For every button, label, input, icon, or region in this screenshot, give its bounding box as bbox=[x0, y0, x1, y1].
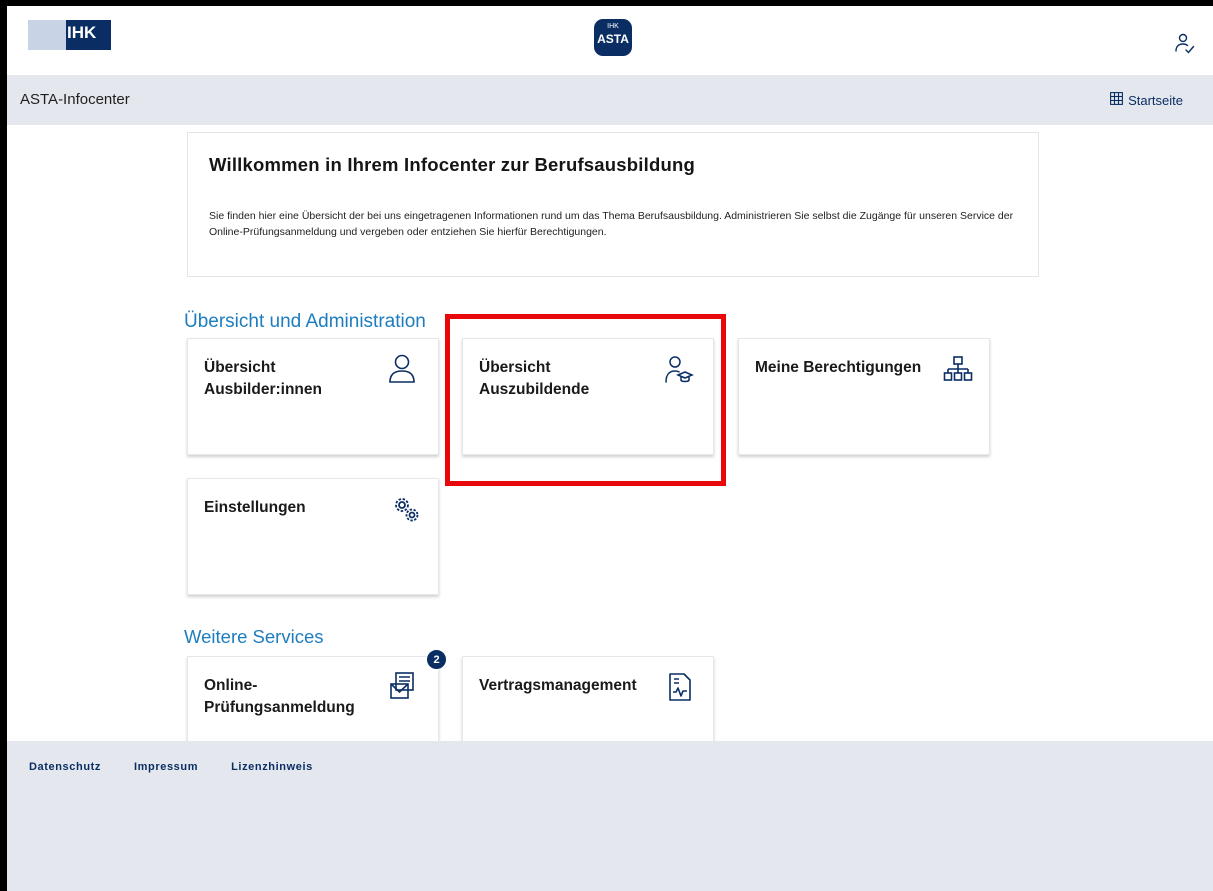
footer-link-impressum[interactable]: Impressum bbox=[134, 761, 198, 773]
hierarchy-icon bbox=[943, 355, 973, 385]
tile-auszubildende-label-line2: Auszubildende bbox=[479, 381, 590, 398]
welcome-title: Willkommen in Ihrem Infocenter zur Beruf… bbox=[209, 154, 695, 175]
welcome-text: Sie finden hier eine Übersicht der bei u… bbox=[209, 210, 1014, 238]
tile-pruefungsanmeldung-label-line1: Online- bbox=[204, 677, 258, 694]
page: IHK IHK ASTA ASTA-Infocenter Startseite … bbox=[7, 6, 1213, 891]
user-icon bbox=[387, 353, 417, 383]
section-title-services: Weitere Services bbox=[184, 626, 324, 647]
footer-link-datenschutz[interactable]: Datenschutz bbox=[29, 761, 101, 773]
ihk-logo[interactable]: IHK bbox=[28, 20, 111, 50]
top-bar: IHK IHK ASTA bbox=[7, 6, 1213, 75]
notification-badge: 2 bbox=[426, 649, 447, 670]
sub-navigation-bar: ASTA-Infocenter Startseite bbox=[7, 75, 1213, 125]
gears-icon bbox=[392, 495, 422, 525]
tile-einstellungen-label: Einstellungen bbox=[204, 499, 306, 516]
tile-ausbilder[interactable]: Übersicht Ausbilder:innen bbox=[187, 338, 439, 455]
contract-icon bbox=[665, 672, 695, 702]
asta-logo-small-text: IHK bbox=[607, 23, 619, 30]
tile-ausbilder-label-line2: Ausbilder:innen bbox=[204, 381, 322, 398]
tile-ausbilder-label: Übersicht Ausbilder:innen bbox=[204, 357, 322, 401]
tile-vertragsmanagement-label: Vertragsmanagement bbox=[479, 677, 637, 694]
footer-link-lizenzhinweis[interactable]: Lizenzhinweis bbox=[231, 761, 313, 773]
section-title-admin: Übersicht und Administration bbox=[184, 311, 426, 332]
mail-form-icon bbox=[388, 671, 418, 701]
footer-links: Datenschutz Impressum Lizenzhinweis bbox=[29, 761, 313, 773]
user-check-icon[interactable] bbox=[1175, 32, 1195, 56]
app-title: ASTA-Infocenter bbox=[20, 91, 130, 108]
startseite-label: Startseite bbox=[1128, 92, 1183, 108]
student-icon bbox=[664, 355, 694, 385]
ihk-logo-text: IHK bbox=[66, 20, 111, 50]
tile-auszubildende-label: Übersicht Auszubildende bbox=[479, 357, 589, 401]
ihk-logo-light-block bbox=[28, 20, 66, 50]
footer: Datenschutz Impressum Lizenzhinweis bbox=[7, 741, 1213, 891]
tile-pruefungsanmeldung-label: Online- Prüfungsanmeldung bbox=[204, 675, 355, 719]
welcome-card: Willkommen in Ihrem Infocenter zur Beruf… bbox=[187, 132, 1039, 277]
startseite-link[interactable]: Startseite bbox=[1110, 92, 1183, 108]
tile-berechtigungen-label: Meine Berechtigungen bbox=[755, 359, 922, 376]
tile-berechtigungen[interactable]: Meine Berechtigungen bbox=[738, 338, 990, 455]
tile-auszubildende[interactable]: Übersicht Auszubildende bbox=[462, 338, 714, 455]
tile-auszubildende-label-line1: Übersicht bbox=[479, 359, 551, 376]
tile-ausbilder-label-line1: Übersicht bbox=[204, 359, 276, 376]
asta-logo[interactable]: IHK ASTA bbox=[594, 19, 632, 56]
tile-einstellungen[interactable]: Einstellungen bbox=[187, 478, 439, 595]
tile-pruefungsanmeldung-label-line2: Prüfungsanmeldung bbox=[204, 699, 355, 716]
grid-icon bbox=[1110, 92, 1124, 108]
asta-logo-big-text: ASTA bbox=[597, 32, 629, 46]
